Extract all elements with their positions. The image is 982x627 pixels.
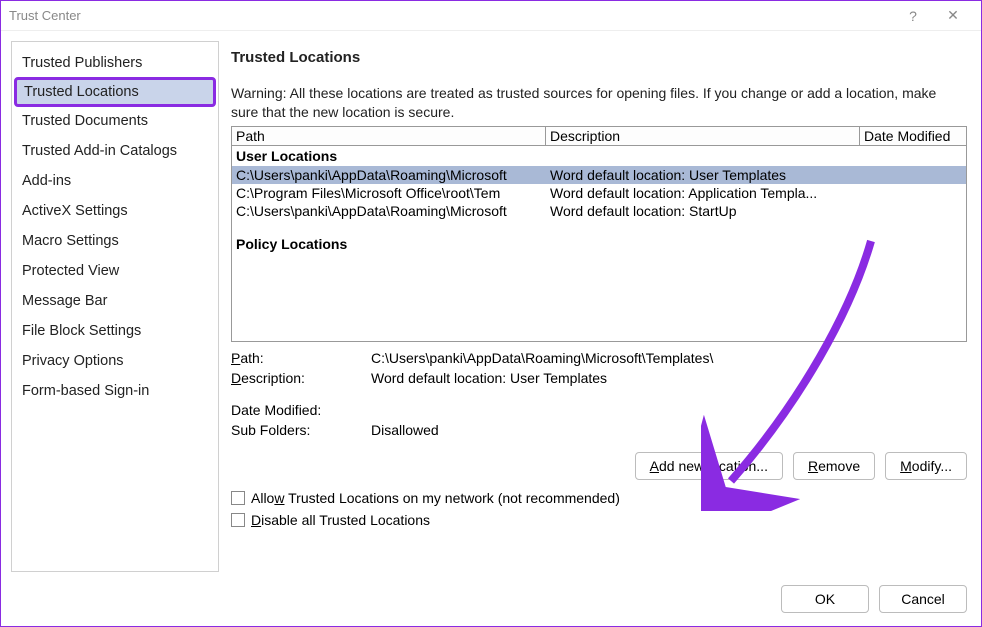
ok-button[interactable]: OK: [781, 585, 869, 613]
cell-description: Word default location: User Templates: [546, 166, 860, 184]
detail-label-path: Path:: [231, 350, 371, 366]
warning-text: Warning: All these locations are treated…: [231, 84, 967, 122]
disable-all-label: Disable all Trusted Locations: [251, 512, 430, 528]
allow-network-checkbox-row[interactable]: Allow Trusted Locations on my network (n…: [231, 490, 967, 506]
allow-network-checkbox[interactable]: [231, 491, 245, 505]
remove-button[interactable]: Remove: [793, 452, 875, 480]
sidebar-item-macro-settings[interactable]: Macro Settings: [12, 226, 218, 256]
detail-value-description: Word default location: User Templates: [371, 370, 607, 386]
cell-description: Word default location: Application Templ…: [546, 184, 860, 202]
sidebar-item-protected-view[interactable]: Protected View: [12, 256, 218, 286]
page-title: Trusted Locations: [231, 49, 967, 66]
cancel-button[interactable]: Cancel: [879, 585, 967, 613]
detail-label-description: Description:: [231, 370, 371, 386]
col-header-path[interactable]: Path: [232, 127, 546, 145]
sidebar-item-trusted-publishers[interactable]: Trusted Publishers: [12, 48, 218, 78]
add-new-location-button[interactable]: Add new location...: [635, 452, 783, 480]
grid-header: Path Description Date Modified: [232, 127, 966, 146]
cell-path: C:\Users\panki\AppData\Roaming\Microsoft: [232, 166, 546, 184]
sidebar-item-privacy-options[interactable]: Privacy Options: [12, 346, 218, 376]
cell-path: C:\Program Files\Microsoft Office\root\T…: [232, 184, 546, 202]
window-title: Trust Center: [9, 8, 81, 23]
cell-date: [860, 166, 966, 184]
table-row[interactable]: C:\Users\panki\AppData\Roaming\Microsoft…: [232, 166, 966, 184]
locations-grid[interactable]: Path Description Date Modified User Loca…: [231, 126, 967, 342]
sidebar-item-form-based-signin[interactable]: Form-based Sign-in: [12, 376, 218, 406]
allow-network-label: Allow Trusted Locations on my network (n…: [251, 490, 620, 506]
col-header-date-modified[interactable]: Date Modified: [860, 127, 966, 145]
detail-value-subfolders: Disallowed: [371, 422, 439, 438]
group-user-locations: User Locations: [232, 146, 966, 166]
detail-label-date-modified: Date Modified:: [231, 402, 371, 418]
sidebar: Trusted Publishers Trusted Locations Tru…: [11, 41, 219, 572]
help-icon[interactable]: ?: [893, 8, 933, 24]
cell-description: Word default location: StartUp: [546, 202, 860, 220]
cell-path: C:\Users\panki\AppData\Roaming\Microsoft: [232, 202, 546, 220]
disable-all-checkbox[interactable]: [231, 513, 245, 527]
table-row[interactable]: C:\Users\panki\AppData\Roaming\Microsoft…: [232, 202, 966, 220]
sidebar-item-trusted-locations[interactable]: Trusted Locations: [14, 77, 216, 107]
detail-label-subfolders: Sub Folders:: [231, 422, 371, 438]
close-icon[interactable]: ✕: [933, 7, 973, 24]
table-row[interactable]: C:\Program Files\Microsoft Office\root\T…: [232, 184, 966, 202]
sidebar-item-add-ins[interactable]: Add-ins: [12, 166, 218, 196]
modify-button[interactable]: Modify...: [885, 452, 967, 480]
sidebar-item-activex-settings[interactable]: ActiveX Settings: [12, 196, 218, 226]
main-panel: Trusted Locations Warning: All these loc…: [231, 41, 971, 572]
titlebar: Trust Center ? ✕: [1, 1, 981, 31]
detail-value-path: C:\Users\panki\AppData\Roaming\Microsoft…: [371, 350, 713, 366]
sidebar-item-trusted-addin-catalogs[interactable]: Trusted Add-in Catalogs: [12, 136, 218, 166]
details-panel: Path: C:\Users\panki\AppData\Roaming\Mic…: [231, 350, 967, 442]
sidebar-item-message-bar[interactable]: Message Bar: [12, 286, 218, 316]
cell-date: [860, 202, 966, 220]
group-policy-locations: Policy Locations: [232, 234, 966, 254]
cell-date: [860, 184, 966, 202]
sidebar-item-file-block-settings[interactable]: File Block Settings: [12, 316, 218, 346]
trust-center-window: Trust Center ? ✕ Trusted Publishers Trus…: [0, 0, 982, 627]
disable-all-checkbox-row[interactable]: Disable all Trusted Locations: [231, 512, 967, 528]
col-header-description[interactable]: Description: [546, 127, 860, 145]
sidebar-item-trusted-documents[interactable]: Trusted Documents: [12, 106, 218, 136]
dialog-footer: OK Cancel: [1, 572, 981, 626]
